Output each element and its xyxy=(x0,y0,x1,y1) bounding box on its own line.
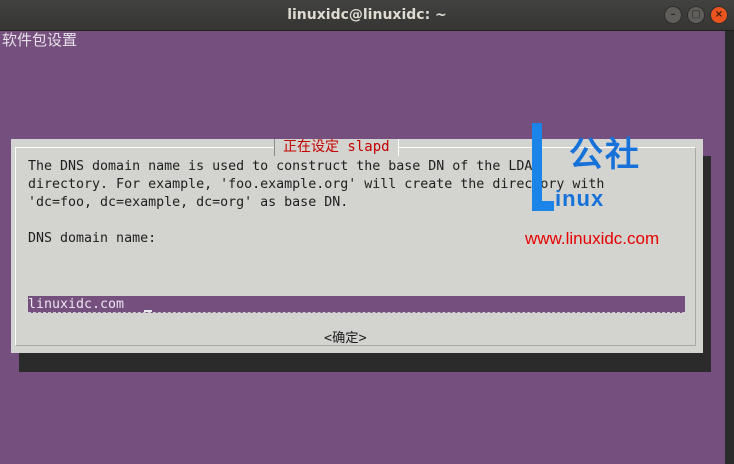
window-controls: – □ × xyxy=(664,6,728,24)
text-cursor xyxy=(144,310,152,312)
backtitle: 软件包设置 xyxy=(2,31,78,49)
close-icon[interactable]: × xyxy=(710,6,728,24)
dialog-description: The DNS domain name is used to construct… xyxy=(28,159,605,210)
scrollbar[interactable] xyxy=(727,31,734,464)
ok-button[interactable]: <确定> xyxy=(324,330,367,348)
dns-domain-value: linuxidc.com xyxy=(28,297,125,312)
dns-domain-label: DNS domain name: xyxy=(28,231,157,246)
terminal-window: linuxidc@linuxidc: ~ – □ × 软件包设置 正在设定 sl… xyxy=(0,0,734,464)
minimize-icon[interactable]: – xyxy=(664,6,682,24)
terminal-area[interactable]: 软件包设置 正在设定 slapd The DNS domain name is … xyxy=(0,31,734,464)
dns-domain-input[interactable]: linuxidc.com xyxy=(28,296,685,313)
dialog-title: 正在设定 slapd xyxy=(274,139,399,156)
title-bar[interactable]: linuxidc@linuxidc: ~ – □ × xyxy=(0,0,734,31)
window-title: linuxidc@linuxidc: ~ xyxy=(287,7,447,23)
dialog-backdrop: 软件包设置 正在设定 slapd The DNS domain name is … xyxy=(0,31,725,464)
configure-dialog: 正在设定 slapd The DNS domain name is used t… xyxy=(11,139,703,353)
maximize-icon[interactable]: □ xyxy=(687,6,705,24)
